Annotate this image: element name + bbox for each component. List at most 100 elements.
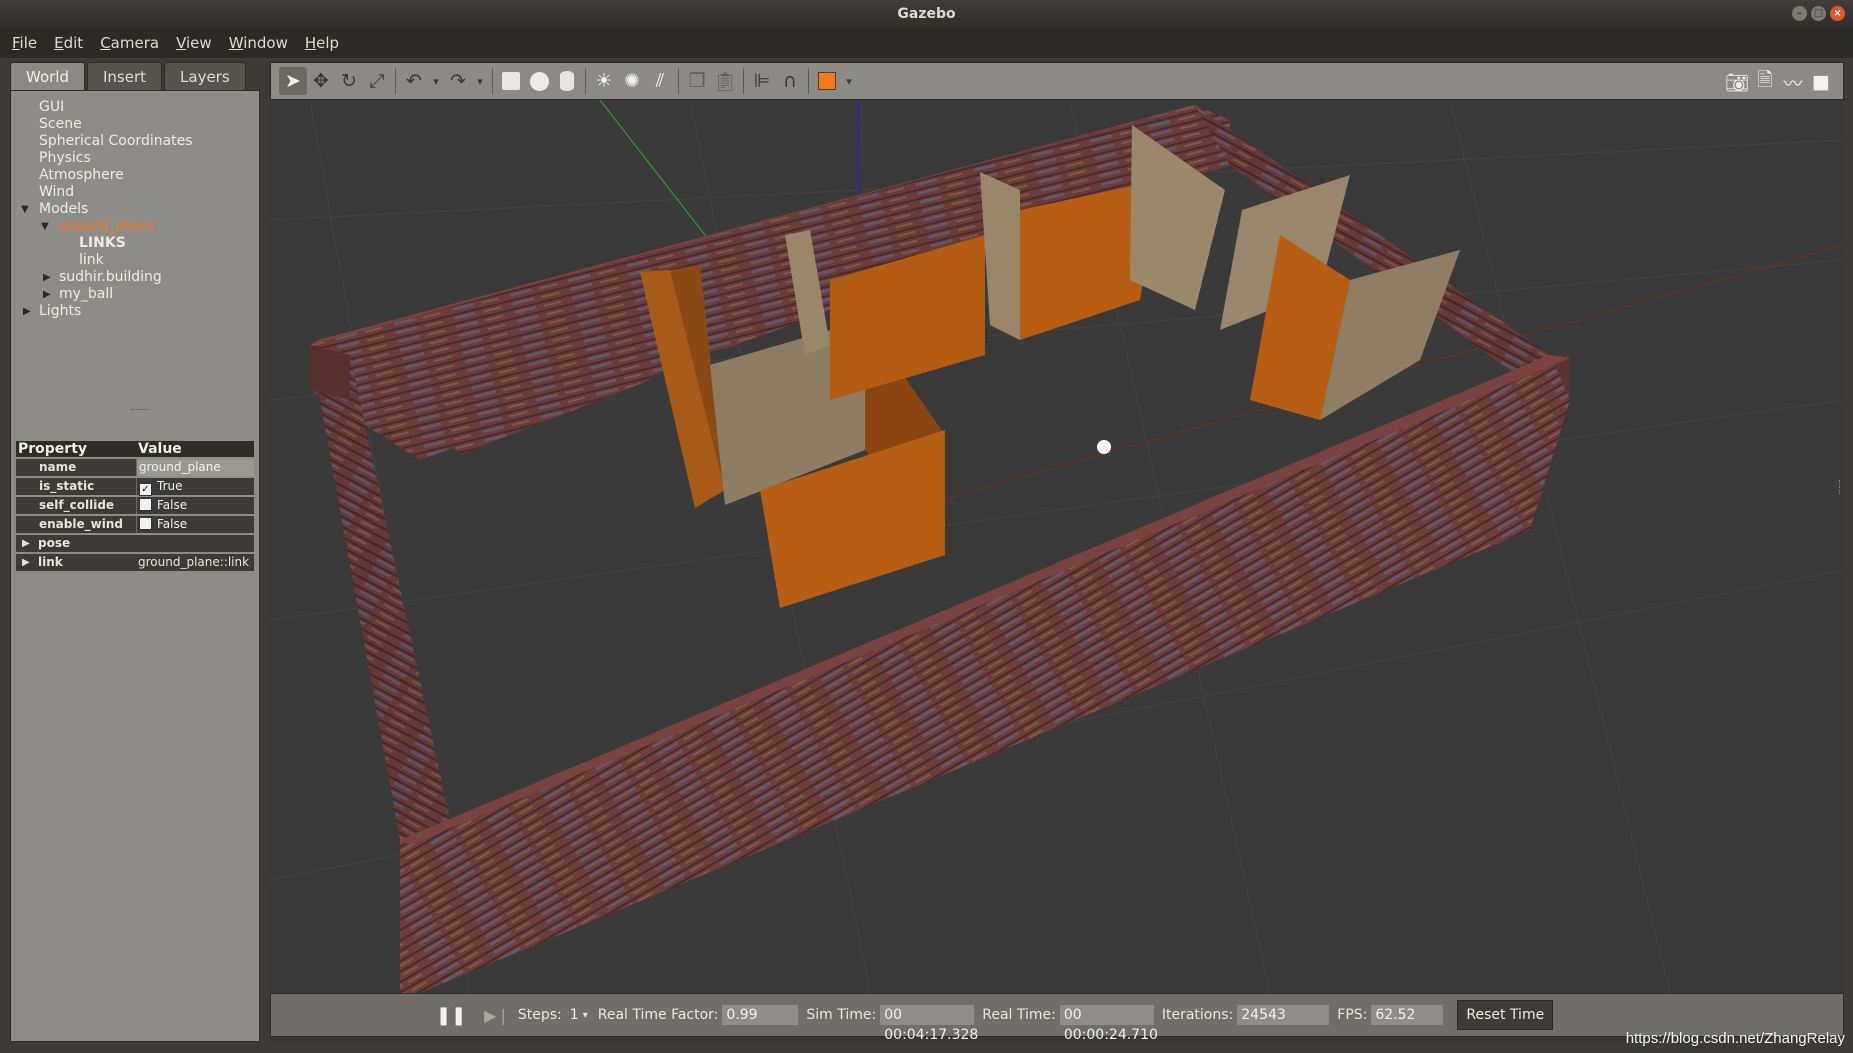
align-icon[interactable]: ⊫: [748, 67, 776, 95]
close-icon[interactable]: ×: [1830, 6, 1845, 21]
toolbar-right-group: 📷︎ 🗎 〰 ■: [1723, 63, 1835, 101]
property-label: name: [16, 459, 136, 476]
menu-camera[interactable]: Camera: [94, 34, 170, 52]
tree-item-scene[interactable]: Scene: [21, 116, 193, 133]
property-label: pose: [38, 536, 71, 550]
property-value: ✓ True: [136, 478, 254, 496]
expand-right-icon[interactable]: ▶: [23, 303, 31, 320]
menu-view[interactable]: View: [170, 34, 223, 52]
steps-dropdown-icon[interactable]: ▾: [583, 1010, 588, 1021]
paste-icon[interactable]: 📋︎: [711, 67, 739, 95]
window-controls: – □ ×: [1792, 6, 1845, 21]
tree-item-atmosphere[interactable]: Atmosphere: [21, 167, 193, 184]
menu-help[interactable]: Help: [299, 34, 350, 52]
tree-item-lights[interactable]: ▶ Lights: [21, 303, 193, 320]
pause-icon[interactable]: ❚❚: [436, 1005, 466, 1026]
box-icon[interactable]: [497, 67, 525, 95]
undo-history-dropdown-icon[interactable]: ▾: [428, 67, 444, 95]
iterations-label: Iterations:: [1161, 1007, 1234, 1023]
menu-window-label: indow: [243, 34, 288, 52]
translate-icon[interactable]: ✥: [307, 67, 335, 95]
minimize-icon[interactable]: –: [1792, 6, 1807, 21]
log-icon[interactable]: 🗎: [1751, 68, 1779, 96]
reset-time-button[interactable]: Reset Time: [1457, 1000, 1554, 1030]
copy-icon[interactable]: ❐: [683, 67, 711, 95]
expand-right-icon[interactable]: ▶: [22, 554, 30, 571]
plot-icon[interactable]: 〰: [1779, 68, 1807, 96]
menu-file[interactable]: File: [6, 34, 48, 52]
property-column-header: Property: [18, 441, 88, 457]
view-angle-dropdown-icon[interactable]: ▾: [841, 67, 857, 95]
expand-down-icon[interactable]: ▼: [41, 218, 49, 235]
property-row-enable-wind: enable_wind False: [16, 516, 254, 535]
tree-item-link[interactable]: link: [21, 252, 193, 269]
3d-scene-view[interactable]: [269, 99, 1845, 994]
scene-canvas[interactable]: [269, 99, 1845, 994]
undo-icon[interactable]: ↶: [400, 67, 428, 95]
point-light-icon[interactable]: ☀: [590, 67, 618, 95]
tree-item-physics[interactable]: Physics: [21, 150, 193, 167]
redo-icon[interactable]: ↷: [444, 67, 472, 95]
maximize-icon[interactable]: □: [1811, 6, 1826, 21]
sim-time-value: 00 00:04:17.328: [880, 1005, 978, 1043]
snap-icon[interactable]: ∩: [776, 67, 804, 95]
viewport-splitter-handle[interactable]: [1839, 480, 1842, 494]
tab-layers[interactable]: Layers: [164, 62, 246, 90]
property-row-link[interactable]: ▶ link ground_plane::link: [16, 554, 254, 573]
tab-insert[interactable]: Insert: [87, 62, 163, 90]
expand-down-icon[interactable]: ▼: [21, 201, 29, 218]
panel-splitter-handle[interactable]: [131, 409, 149, 412]
property-value: ground_plane::link: [138, 555, 250, 569]
rotate-icon[interactable]: ↻: [335, 67, 363, 95]
step-icon[interactable]: ▶❘: [484, 1006, 510, 1025]
scale-icon[interactable]: ⤢: [363, 67, 391, 95]
tree-item-building[interactable]: ▶ sudhir.building: [21, 269, 193, 286]
world-tree: GUI Scene Spherical Coordinates Physics …: [21, 99, 193, 320]
steps-label: Steps:: [517, 1007, 562, 1023]
self-collide-checkbox[interactable]: [139, 498, 152, 511]
is-static-value: True: [157, 479, 183, 493]
tree-item-models[interactable]: ▼ Models: [21, 201, 193, 218]
property-table-header: Property Value: [16, 441, 254, 459]
menu-camera-label: amera: [110, 34, 160, 52]
left-panel-tabs: World Insert Layers: [10, 62, 260, 90]
property-value: False: [136, 497, 254, 514]
screenshot-icon[interactable]: 📷︎: [1723, 68, 1751, 96]
expand-right-icon[interactable]: ▶: [43, 286, 51, 303]
tree-item-lights-label: Lights: [39, 303, 82, 319]
toolbar-separator: [585, 68, 586, 94]
property-label: link: [38, 555, 63, 569]
record-video-icon[interactable]: ■: [1807, 68, 1835, 96]
tree-item-gui[interactable]: GUI: [21, 99, 193, 116]
real-time-factor-label: Real Time Factor:: [597, 1007, 719, 1023]
menu-help-mnemonic: H: [304, 34, 317, 52]
window-title: Gazebo: [897, 6, 956, 22]
tree-item-spherical-coordinates[interactable]: Spherical Coordinates: [21, 133, 193, 150]
select-icon[interactable]: ➤: [279, 67, 307, 95]
menu-edit[interactable]: Edit: [48, 34, 94, 52]
tree-item-wind[interactable]: Wind: [21, 184, 193, 201]
spot-light-icon[interactable]: ✺: [618, 67, 646, 95]
tab-world[interactable]: World: [10, 62, 85, 90]
property-row-pose[interactable]: ▶ pose: [16, 535, 254, 554]
tree-item-ground-plane[interactable]: ▼ ground_plane: [21, 218, 193, 235]
is-static-checkbox[interactable]: ✓: [139, 483, 152, 496]
directional-light-icon[interactable]: ⫽: [646, 67, 674, 95]
property-table: Property Value name ground_plane is_stat…: [16, 441, 254, 573]
property-value[interactable]: ground_plane: [136, 459, 254, 476]
expand-right-icon[interactable]: ▶: [43, 269, 51, 286]
my-ball-model[interactable]: [1097, 440, 1111, 454]
tree-item-my-ball[interactable]: ▶ my_ball: [21, 286, 193, 303]
view-angle-icon[interactable]: [813, 67, 841, 95]
enable-wind-value: False: [157, 517, 188, 531]
self-collide-value: False: [157, 498, 188, 512]
sphere-icon[interactable]: [525, 67, 553, 95]
real-time-value: 00 00:00:24.710: [1059, 1005, 1158, 1043]
enable-wind-checkbox[interactable]: [139, 517, 152, 530]
redo-history-dropdown-icon[interactable]: ▾: [472, 67, 488, 95]
expand-right-icon[interactable]: ▶: [22, 535, 30, 552]
menu-window[interactable]: Window: [223, 34, 299, 52]
steps-value[interactable]: 1: [566, 1005, 583, 1025]
sim-time-label: Sim Time:: [806, 1007, 877, 1023]
cylinder-icon[interactable]: [553, 67, 581, 95]
